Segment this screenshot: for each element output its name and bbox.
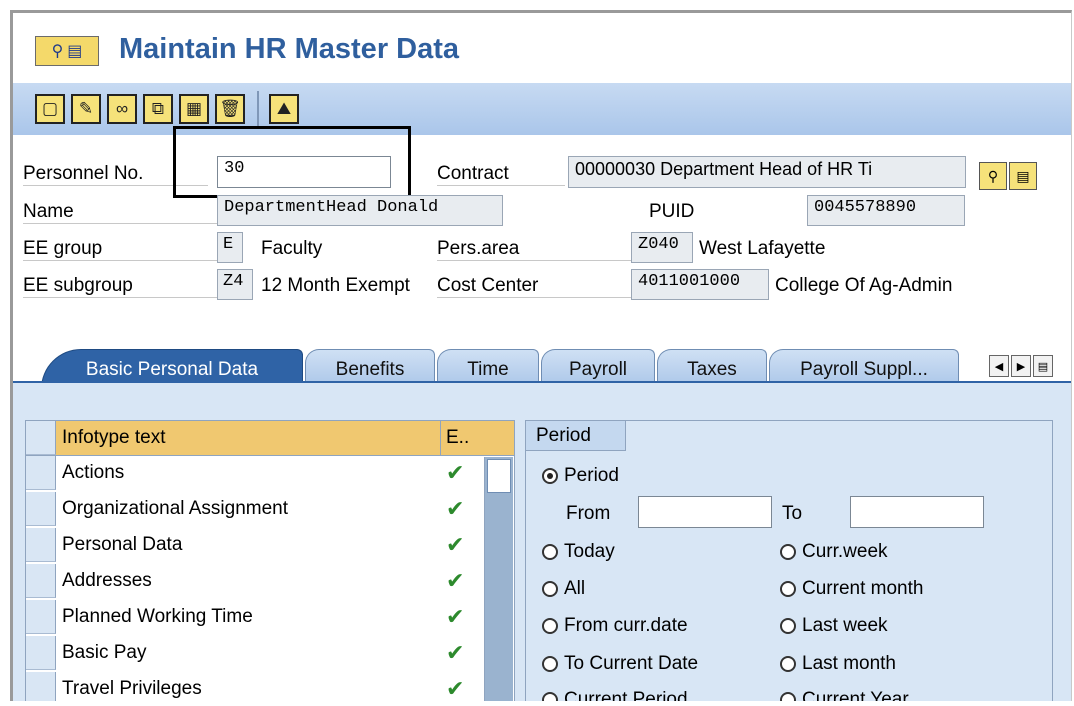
tab-scroll-left-icon[interactable]: ◀: [989, 355, 1009, 377]
radio-icon[interactable]: [542, 656, 558, 672]
row-selector[interactable]: [26, 672, 56, 701]
radio-all[interactable]: All: [542, 578, 585, 600]
row-selector[interactable]: [26, 564, 56, 598]
highlight-box: [173, 126, 411, 198]
tree-icon[interactable]: ⚲: [52, 41, 64, 61]
from-label: From: [566, 503, 611, 524]
radio-last-week[interactable]: Last week: [780, 615, 888, 637]
radio-icon[interactable]: [542, 544, 558, 560]
change-icon[interactable]: ✎: [71, 94, 101, 124]
ee-subgroup-text: 12 Month Exempt: [261, 275, 410, 296]
create-icon[interactable]: ▢: [35, 94, 65, 124]
radio-current-month[interactable]: Current month: [780, 578, 923, 600]
list-item[interactable]: Organizational Assignment: [62, 498, 288, 520]
vertical-scrollbar[interactable]: [484, 457, 513, 701]
ee-subgroup-label: EE subgroup: [23, 275, 218, 298]
radio-icon[interactable]: [780, 618, 796, 634]
name-label: Name: [23, 201, 218, 224]
radio-icon[interactable]: [780, 544, 796, 560]
copy-icon[interactable]: ⧉: [143, 94, 173, 124]
row-selector[interactable]: [26, 528, 56, 562]
toolbar-separator: [257, 91, 259, 127]
radio-icon[interactable]: [542, 581, 558, 597]
check-icon: ✔: [446, 604, 465, 629]
pers-area-text: West Lafayette: [699, 238, 826, 259]
title-icons[interactable]: ⚲ ▤: [35, 36, 99, 66]
col-infotype-text[interactable]: Infotype text: [62, 427, 166, 449]
list-item[interactable]: Travel Privileges: [62, 678, 202, 700]
pers-area-label: Pers.area: [437, 238, 632, 261]
list-item[interactable]: Personal Data: [62, 534, 182, 556]
title-bar: ⚲ ▤ Maintain HR Master Data: [13, 13, 1071, 83]
radio-selected-icon[interactable]: [542, 468, 558, 484]
radio-from-curr-date[interactable]: From curr.date: [542, 615, 688, 637]
row-selector[interactable]: [26, 600, 56, 634]
row-selector[interactable]: [26, 456, 56, 490]
org-structure-icon[interactable]: ⚲: [979, 162, 1007, 190]
list-item[interactable]: Basic Pay: [62, 642, 146, 664]
table-header: Infotype text E..: [26, 421, 514, 456]
sap-window: ⚲ ▤ Maintain HR Master Data ▢ ✎ ∞ ⧉ ▦ 🗑 …: [10, 10, 1072, 701]
radio-icon[interactable]: [542, 692, 558, 701]
col-e[interactable]: E..: [446, 427, 469, 449]
radio-icon[interactable]: [780, 692, 796, 701]
check-icon: ✔: [446, 496, 465, 521]
list-icon[interactable]: ▤: [67, 41, 82, 61]
check-icon: ✔: [446, 676, 465, 701]
scrollbar-thumb[interactable]: [487, 459, 511, 493]
cost-center-code: 4011001000: [631, 269, 769, 300]
ee-group-code: E: [217, 232, 243, 263]
check-icon: ✔: [446, 532, 465, 557]
to-label: To: [782, 503, 803, 524]
radio-curr-week[interactable]: Curr.week: [780, 541, 888, 563]
radio-current-year[interactable]: Current Year: [780, 689, 909, 701]
check-icon: ✔: [446, 640, 465, 665]
contract-field[interactable]: 00000030 Department Head of HR Ti: [568, 156, 966, 188]
tab-scroll-right-icon[interactable]: ▶: [1011, 355, 1031, 377]
tab-list-icon[interactable]: ▤: [1033, 355, 1053, 377]
cost-center-label: Cost Center: [437, 275, 632, 298]
radio-period[interactable]: Period: [542, 465, 619, 487]
radio-current-period[interactable]: Current Period: [542, 689, 688, 701]
select-all-cell[interactable]: [26, 421, 56, 455]
ee-group-text: Faculty: [261, 238, 323, 259]
list-item[interactable]: Planned Working Time: [62, 606, 253, 628]
list-item[interactable]: Actions: [62, 462, 124, 484]
overview-icon[interactable]: ⛰: [269, 94, 299, 124]
check-icon: ✔: [446, 460, 465, 485]
check-icon: ✔: [446, 568, 465, 593]
row-selector[interactable]: [26, 492, 56, 526]
list-item[interactable]: Addresses: [62, 570, 152, 592]
radio-icon[interactable]: [542, 618, 558, 634]
ee-group-label: EE group: [23, 238, 218, 261]
application-toolbar: ▢ ✎ ∞ ⧉ ▦ 🗑 ⛰: [13, 83, 1071, 135]
ee-subgroup-code: Z4: [217, 269, 253, 300]
display-icon[interactable]: ∞: [107, 94, 137, 124]
tab-content: Infotype text E.. Actions ✔ Organization…: [13, 381, 1071, 701]
delimit-icon[interactable]: ▦: [179, 94, 209, 124]
cost-center-text: College Of Ag-Admin: [775, 275, 953, 296]
pers-area-code: Z040: [631, 232, 693, 263]
radio-today[interactable]: Today: [542, 541, 615, 563]
infotype-table: Infotype text E.. Actions ✔ Organization…: [25, 420, 515, 701]
radio-icon[interactable]: [780, 581, 796, 597]
row-selector[interactable]: [26, 636, 56, 670]
period-group-title: Period: [526, 421, 626, 451]
radio-to-current-date[interactable]: To Current Date: [542, 653, 698, 675]
puid-field: 0045578890: [807, 195, 965, 226]
details-icon[interactable]: ▤: [1009, 162, 1037, 190]
radio-last-month[interactable]: Last month: [780, 653, 896, 675]
period-group: Period Period From To Today Curr.week Al…: [525, 420, 1053, 701]
name-field: DepartmentHead Donald: [217, 195, 503, 226]
from-date-input[interactable]: [638, 496, 772, 528]
radio-icon[interactable]: [780, 656, 796, 672]
delete-icon[interactable]: 🗑: [215, 94, 245, 124]
to-date-input[interactable]: [850, 496, 984, 528]
puid-label: PUID: [649, 201, 695, 222]
page-title: Maintain HR Master Data: [119, 33, 460, 65]
contract-label: Contract: [437, 163, 565, 186]
